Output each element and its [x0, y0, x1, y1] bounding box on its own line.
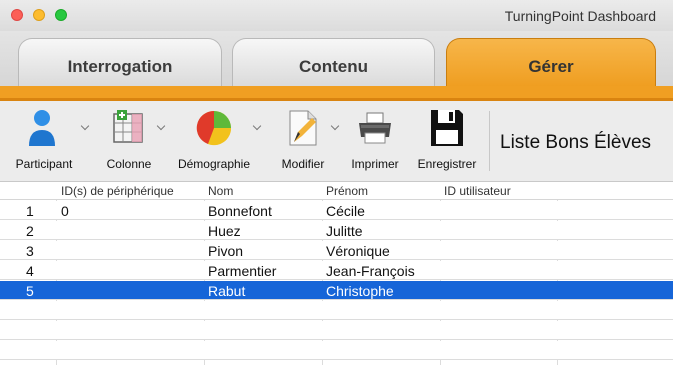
participant-table: ID(s) de périphérique Nom Prénom ID util… [0, 182, 673, 365]
title-bar: TurningPoint Dashboard [0, 0, 673, 31]
table-row-empty[interactable] [0, 301, 673, 320]
printer-icon [346, 105, 404, 151]
active-tab-band [0, 86, 673, 98]
row-number: 1 [26, 203, 34, 219]
column-header-prenom[interactable]: Prénom [326, 184, 368, 198]
chevron-down-icon [80, 121, 90, 131]
participant-label: Participant [15, 157, 73, 171]
nom-cell[interactable]: Parmentier [208, 263, 276, 279]
table-row-empty[interactable] [0, 321, 673, 340]
row-number: 3 [26, 243, 34, 259]
nom-cell[interactable]: Pivon [208, 243, 243, 259]
toolbar-divider [489, 111, 490, 171]
participant-list-name: Liste Bons Élèves [500, 132, 652, 153]
chevron-down-icon [252, 121, 262, 131]
save-floppy-icon [412, 105, 482, 151]
column-grid-icon [98, 105, 166, 151]
edit-document-icon [272, 105, 340, 151]
enregistrer-label: Enregistrer [417, 157, 477, 171]
column-header-device-id[interactable]: ID(s) de périphérique [61, 184, 174, 198]
table-row[interactable]: 4 Parmentier Jean-François [0, 261, 673, 280]
prenom-cell[interactable]: Christophe [326, 283, 394, 299]
modifier-button[interactable]: Modifier [272, 105, 340, 171]
participant-icon [4, 105, 90, 151]
colonne-label: Colonne [106, 157, 152, 171]
table-header: ID(s) de périphérique Nom Prénom ID util… [0, 182, 673, 200]
row-number: 4 [26, 263, 34, 279]
chevron-down-icon [156, 121, 166, 131]
imprimer-button[interactable]: Imprimer [346, 105, 404, 171]
demographie-button[interactable]: Démographie [172, 105, 262, 171]
column-header-user-id[interactable]: ID utilisateur [444, 184, 511, 198]
table-row-empty[interactable] [0, 341, 673, 360]
nom-cell[interactable]: Rabut [208, 283, 245, 299]
window-title: TurningPoint Dashboard [504, 8, 656, 24]
imprimer-label: Imprimer [351, 157, 399, 171]
device-id-cell[interactable]: 0 [61, 203, 69, 219]
pie-chart-icon [172, 105, 262, 151]
table-row[interactable]: 3 Pivon Véronique [0, 241, 673, 260]
enregistrer-button[interactable]: Enregistrer [412, 105, 482, 171]
table-row[interactable]: 1 0 Bonnefont Cécile [0, 201, 673, 220]
nom-cell[interactable]: Huez [208, 223, 241, 239]
close-window-button[interactable] [11, 9, 23, 21]
prenom-cell[interactable]: Jean-François [326, 263, 415, 279]
modifier-label: Modifier [281, 157, 325, 171]
prenom-cell[interactable]: Julitte [326, 223, 363, 239]
prenom-cell[interactable]: Véronique [326, 243, 390, 259]
nom-cell[interactable]: Bonnefont [208, 203, 272, 219]
colonne-button[interactable]: Colonne [98, 105, 166, 171]
table-row[interactable]: 2 Huez Julitte [0, 221, 673, 240]
row-number: 2 [26, 223, 34, 239]
table-row-selected[interactable]: 5 Rabut Christophe [0, 281, 673, 300]
prenom-cell[interactable]: Cécile [326, 203, 365, 219]
maximize-window-button[interactable] [55, 9, 67, 21]
participant-button[interactable]: Participant [4, 105, 90, 171]
demographie-label: Démographie [177, 157, 251, 171]
toolbar: Participant Colonne Démographie Modifier… [0, 101, 673, 182]
column-header-nom[interactable]: Nom [208, 184, 233, 198]
minimize-window-button[interactable] [33, 9, 45, 21]
row-number: 5 [26, 283, 34, 299]
chevron-down-icon [330, 121, 340, 131]
